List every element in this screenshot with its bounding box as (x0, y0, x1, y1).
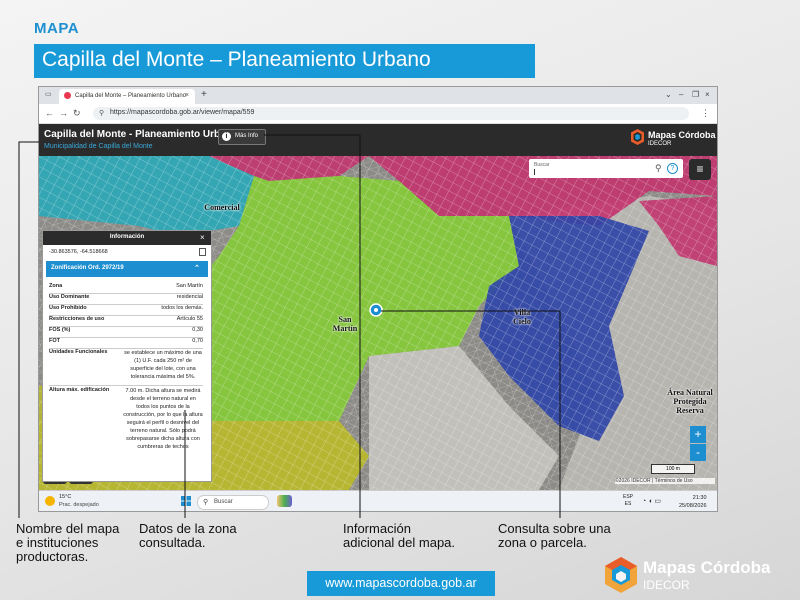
callout-line-map-name (18, 141, 39, 518)
callout-zone-data: Datos de la zona consultada. (139, 521, 237, 550)
callout-map-name: Nombre del mapa e instituciones producto… (16, 521, 120, 564)
mapas-cordoba-footer-logo-icon (605, 557, 637, 593)
footer-logo-text: Mapas Córdoba (643, 558, 771, 577)
callout-lines (18, 134, 561, 518)
callout-line-query (381, 310, 561, 518)
callout-more-info: Información adicional del mapa. (343, 521, 456, 550)
footer-url[interactable]: www.mapascordoba.gob.ar (307, 571, 495, 596)
callout-line-more-info (264, 134, 361, 518)
callout-query: Consulta sobre una zona o parcela. (498, 521, 611, 550)
footer-logo-sub: IDECOR (643, 578, 690, 592)
